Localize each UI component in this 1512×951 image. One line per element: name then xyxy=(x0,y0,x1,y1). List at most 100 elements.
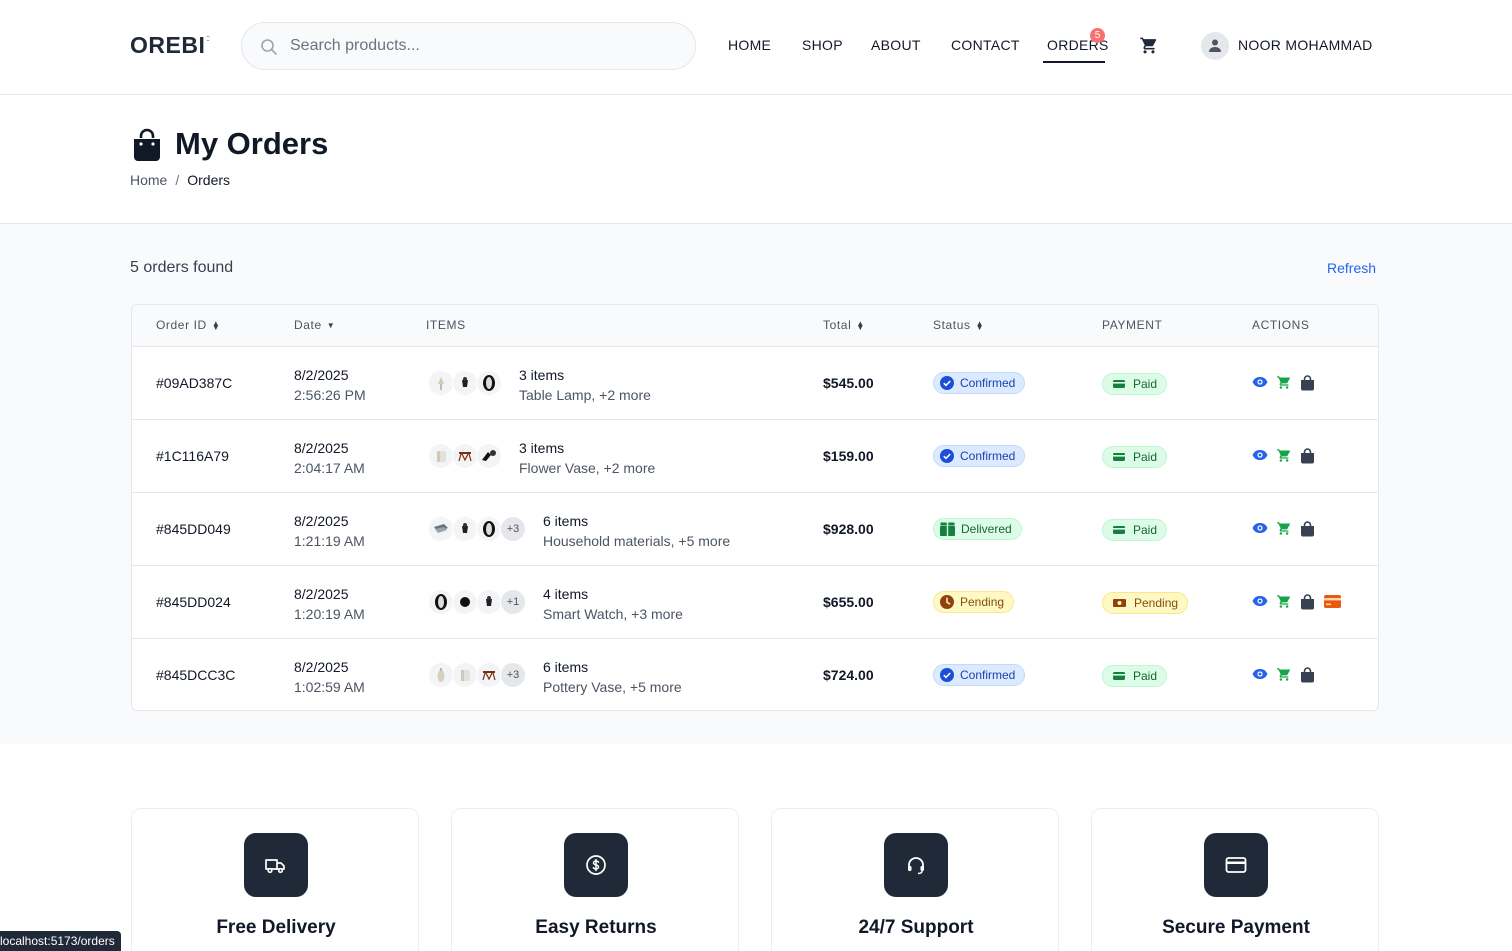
bag-icon[interactable] xyxy=(1300,375,1315,391)
more-items-count: +1 xyxy=(500,589,526,615)
product-thumbnail xyxy=(428,443,454,469)
order-date: 8/2/2025 2:04:17 AM xyxy=(294,440,365,476)
more-items-count: +3 xyxy=(500,516,526,542)
top-navbar: OREBI :: HOME SHOP ABOUT CONTACT ORDERS … xyxy=(0,0,1512,95)
breadcrumb: Home / Orders xyxy=(130,172,230,188)
order-date: 8/2/2025 1:21:19 AM xyxy=(294,513,365,549)
breadcrumb-current: Orders xyxy=(187,172,231,188)
table-row[interactable]: #1C116A79 8/2/2025 2:04:17 AM 3 items Flow… xyxy=(132,420,1378,493)
view-eye-icon[interactable] xyxy=(1252,375,1268,389)
brand-logo-dots: :: xyxy=(206,33,210,43)
reorder-cart-icon[interactable] xyxy=(1276,594,1292,609)
credit-card-icon xyxy=(1113,671,1125,680)
feature-title: Secure Payment xyxy=(1162,917,1310,938)
search-box xyxy=(241,22,696,70)
features-section: Free Delivery Easy Returns 24/7 Support … xyxy=(0,744,1512,951)
order-id[interactable]: #845DCC3C xyxy=(156,667,235,683)
search-input[interactable] xyxy=(290,34,670,58)
status-badge: Confirmed xyxy=(933,372,1026,394)
page-header: My Orders Home / Orders xyxy=(0,95,1512,224)
header-total[interactable]: Total ▲ ▼ xyxy=(823,318,865,332)
bag-icon[interactable] xyxy=(1300,448,1315,464)
check-circle-icon xyxy=(940,375,954,390)
order-date: 8/2/2025 1:20:19 AM xyxy=(294,586,365,622)
orders-count-badge: 5 xyxy=(1090,28,1105,43)
order-id[interactable]: #845DD024 xyxy=(156,594,231,610)
view-eye-icon[interactable] xyxy=(1252,448,1268,462)
order-id[interactable]: #09AD387C xyxy=(156,375,232,391)
table-row[interactable]: #845DCC3C 8/2/2025 1:02:59 AM +3 6 items P… xyxy=(132,639,1378,710)
product-thumbnail xyxy=(452,662,478,688)
feature-title: Free Delivery xyxy=(216,917,336,938)
header-date[interactable]: Date ▼ xyxy=(294,318,335,332)
product-thumbnail xyxy=(428,370,454,396)
header-order-id[interactable]: Order ID ▲ ▼ xyxy=(156,318,220,332)
reorder-cart-icon[interactable] xyxy=(1276,667,1292,682)
orders-section: 5 orders found Refresh Order ID ▲ ▼ Date ▼ … xyxy=(0,224,1512,744)
bag-icon[interactable] xyxy=(1300,521,1315,537)
search-icon xyxy=(261,39,277,55)
payment-badge: Paid xyxy=(1102,373,1168,395)
check-circle-icon xyxy=(940,667,954,682)
reorder-cart-icon[interactable] xyxy=(1276,375,1292,390)
product-thumbnail xyxy=(476,589,502,615)
payment-badge: Paid xyxy=(1102,519,1168,541)
feature-card: Free Delivery xyxy=(131,808,419,951)
user-name[interactable]: NOOR MOHAMMAD xyxy=(1238,37,1373,53)
product-thumbnail xyxy=(452,516,478,542)
sort-icon: ▲ ▼ xyxy=(856,318,865,332)
order-id[interactable]: #845DD049 xyxy=(156,521,231,537)
order-date: 8/2/2025 2:56:26 PM xyxy=(294,367,366,403)
status-badge: Confirmed xyxy=(933,664,1026,686)
bag-icon[interactable] xyxy=(1300,667,1315,683)
view-eye-icon[interactable] xyxy=(1252,667,1268,681)
header-status[interactable]: Status ▲ ▼ xyxy=(933,318,984,332)
table-row[interactable]: #845DD049 8/2/2025 1:21:19 AM +3 6 items H… xyxy=(132,493,1378,566)
nav-contact[interactable]: CONTACT xyxy=(951,37,1020,53)
items-summary: 3 items Table Lamp, +2 more xyxy=(519,367,651,403)
credit-card-icon xyxy=(1225,857,1247,873)
reorder-cart-icon[interactable] xyxy=(1276,448,1292,463)
breadcrumb-home[interactable]: Home xyxy=(130,172,167,188)
order-id[interactable]: #1C116A79 xyxy=(156,448,229,464)
brand-logo[interactable]: OREBI xyxy=(130,32,205,59)
user-avatar[interactable] xyxy=(1201,32,1229,60)
order-total: $545.00 xyxy=(823,375,874,391)
page-title: My Orders xyxy=(175,126,329,161)
payment-badge: Paid xyxy=(1102,665,1168,687)
more-items-count: +3 xyxy=(500,662,526,688)
status-badge: Pending xyxy=(933,591,1015,613)
product-thumbnail xyxy=(428,516,454,542)
nav-shop[interactable]: SHOP xyxy=(802,37,843,53)
dollar-icon xyxy=(586,855,606,875)
product-thumbnail xyxy=(428,662,454,688)
product-thumbnail xyxy=(452,443,478,469)
cart-icon[interactable] xyxy=(1139,36,1159,55)
nav-about[interactable]: ABOUT xyxy=(871,37,921,53)
view-eye-icon[interactable] xyxy=(1252,521,1268,535)
nav-home[interactable]: HOME xyxy=(728,37,771,53)
feature-icon-box xyxy=(564,833,628,897)
view-eye-icon[interactable] xyxy=(1252,594,1268,608)
header-items: ITEMS xyxy=(426,318,466,332)
bag-icon[interactable] xyxy=(1300,594,1315,610)
order-date: 8/2/2025 1:02:59 AM xyxy=(294,659,365,695)
truck-icon xyxy=(265,859,285,874)
package-icon xyxy=(940,522,955,536)
product-thumbnail xyxy=(452,589,478,615)
feature-card: 24/7 Support xyxy=(771,808,1059,951)
shopping-bag-icon xyxy=(134,128,160,161)
pay-now-credit-card-icon[interactable] xyxy=(1324,595,1341,608)
feature-icon-box xyxy=(244,833,308,897)
table-row[interactable]: #845DD024 8/2/2025 1:20:19 AM +1 4 items S… xyxy=(132,566,1378,639)
sort-icon: ▲ ▼ xyxy=(211,318,221,332)
refresh-button[interactable]: Refresh xyxy=(1327,260,1376,276)
items-summary: 6 items Household materials, +5 more xyxy=(543,513,731,549)
status-badge: Delivered xyxy=(933,518,1022,540)
sort-desc-icon: ▼ xyxy=(326,320,336,330)
product-thumbnail xyxy=(476,662,502,688)
items-summary: 3 items Flower Vase, +2 more xyxy=(519,440,656,476)
reorder-cart-icon[interactable] xyxy=(1276,521,1292,536)
table-row[interactable]: #09AD387C 8/2/2025 2:56:26 PM 3 items Tabl… xyxy=(132,347,1378,420)
sort-icon: ▲ ▼ xyxy=(975,318,985,332)
